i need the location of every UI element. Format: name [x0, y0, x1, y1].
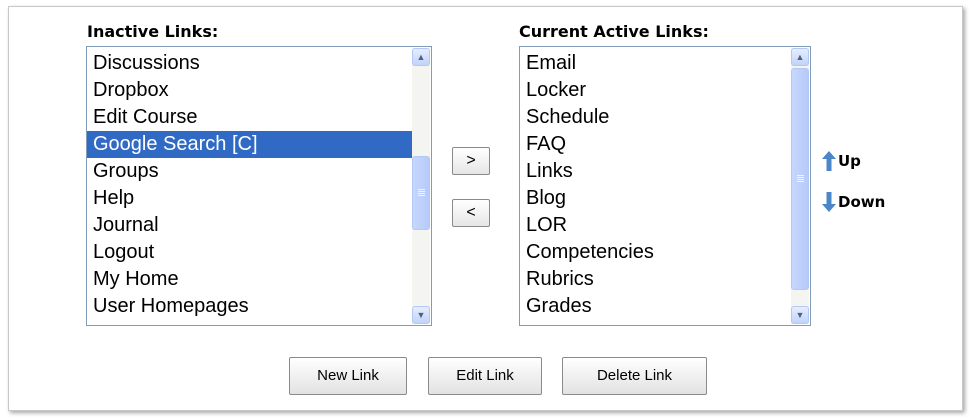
scroll-up-arrow-icon[interactable]: ▲ — [791, 48, 809, 66]
list-item[interactable]: Dropbox — [87, 77, 412, 104]
list-item[interactable]: Logout — [87, 239, 412, 266]
list-item[interactable]: LOR — [520, 212, 791, 239]
up-arrow-icon — [822, 151, 836, 171]
list-item[interactable]: My Home — [87, 266, 412, 293]
new-link-button[interactable]: New Link — [289, 357, 407, 395]
list-item[interactable]: FAQ — [520, 131, 791, 158]
list-item[interactable]: Groups — [87, 158, 412, 185]
down-arrow-icon — [822, 192, 836, 212]
list-item[interactable]: Discussions — [87, 50, 412, 77]
list-item[interactable]: Blog — [520, 185, 791, 212]
list-item[interactable]: Rubrics — [520, 266, 791, 293]
list-item[interactable]: Links — [520, 158, 791, 185]
up-label[interactable]: Up — [838, 152, 861, 170]
active-scrollbar[interactable]: ▲ ▼ — [791, 48, 809, 324]
move-up-control[interactable]: Up — [822, 151, 861, 171]
active-links-listbox[interactable]: Email Locker Schedule FAQ Links Blog LOR… — [519, 46, 811, 326]
scroll-down-arrow-icon[interactable]: ▼ — [791, 306, 809, 324]
list-item[interactable]: User Homepages — [87, 293, 412, 320]
list-item[interactable]: Help — [87, 185, 412, 212]
move-down-control[interactable]: Down — [822, 192, 885, 212]
move-right-button[interactable]: > — [452, 147, 490, 175]
down-label[interactable]: Down — [838, 193, 885, 211]
edit-link-button[interactable]: Edit Link — [428, 357, 542, 395]
delete-link-button[interactable]: Delete Link — [562, 357, 707, 395]
list-item[interactable]: Competencies — [520, 239, 791, 266]
inactive-scrollbar[interactable]: ▲ ▼ — [412, 48, 430, 324]
list-item[interactable]: Journal — [87, 212, 412, 239]
list-item[interactable]: Grades — [520, 293, 791, 320]
list-item[interactable]: Email — [520, 50, 791, 77]
list-item[interactable]: Edit Course — [87, 104, 412, 131]
inactive-links-listbox[interactable]: Discussions Dropbox Edit Course Google S… — [86, 46, 432, 326]
scroll-down-arrow-icon[interactable]: ▼ — [412, 306, 430, 324]
move-left-button[interactable]: < — [452, 199, 490, 227]
inactive-links-label: Inactive Links: — [87, 22, 219, 41]
active-links-label: Current Active Links: — [519, 22, 709, 41]
scroll-thumb[interactable] — [412, 156, 430, 230]
list-item-selected[interactable]: Google Search [C] — [87, 131, 412, 158]
scroll-up-arrow-icon[interactable]: ▲ — [412, 48, 430, 66]
scroll-thumb[interactable] — [791, 68, 809, 290]
list-item[interactable]: Locker — [520, 77, 791, 104]
list-item[interactable]: Schedule — [520, 104, 791, 131]
